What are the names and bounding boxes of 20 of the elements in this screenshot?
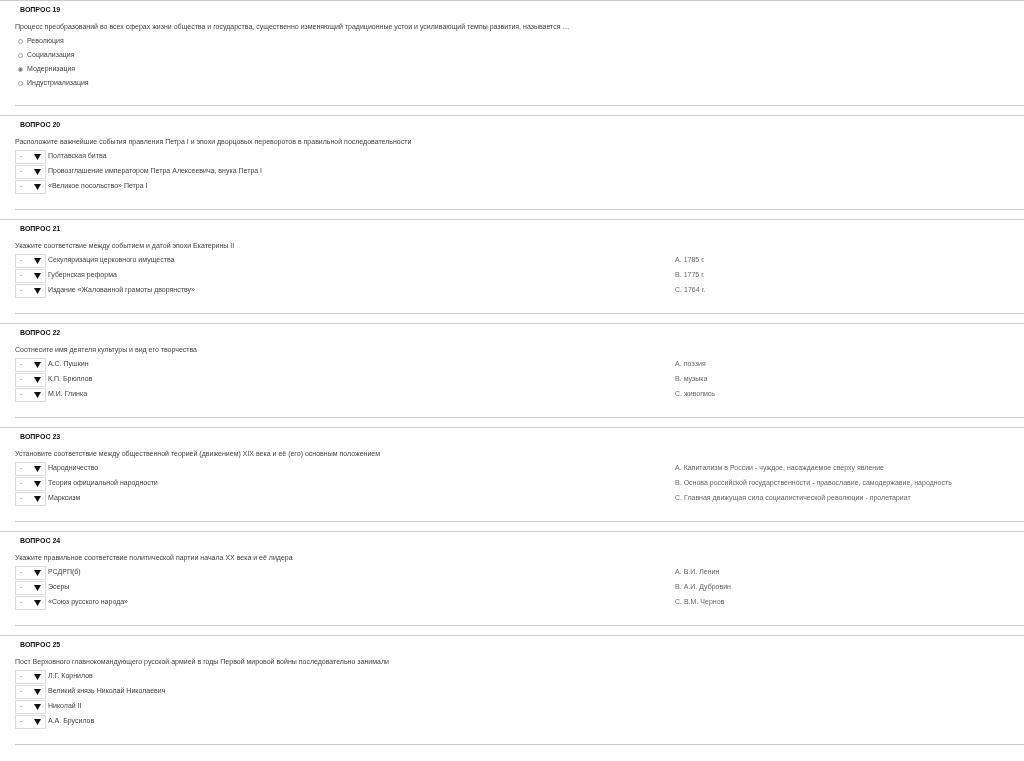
dropdown-arrow-icon [34,599,41,606]
dropdown-arrow-icon [34,673,41,680]
radio-button[interactable] [18,66,23,72]
dropdown-arrow-icon [34,376,41,383]
dropdown-arrow-icon [34,584,41,591]
dropdown-arrow-icon [34,703,41,710]
dropdown-arrow-icon [34,168,41,175]
dropdown-arrow-icon [34,569,41,576]
dropdown-arrow-icon [34,465,41,472]
dropdown-arrow-icon [34,480,41,487]
dropdown-arrow-icon [34,361,41,368]
dropdown-arrow-icon [34,495,41,502]
dropdown-arrow-icon [34,688,41,695]
dropdown-arrow-icon [34,183,41,190]
dropdown-arrow-icon [34,257,41,264]
dropdown-arrow-icon [34,287,41,294]
dropdown-arrow-icon [34,153,41,160]
dropdown-arrow-icon [34,391,41,398]
dropdown-arrow-icon [34,272,41,279]
dropdown-arrow-icon [34,718,41,725]
